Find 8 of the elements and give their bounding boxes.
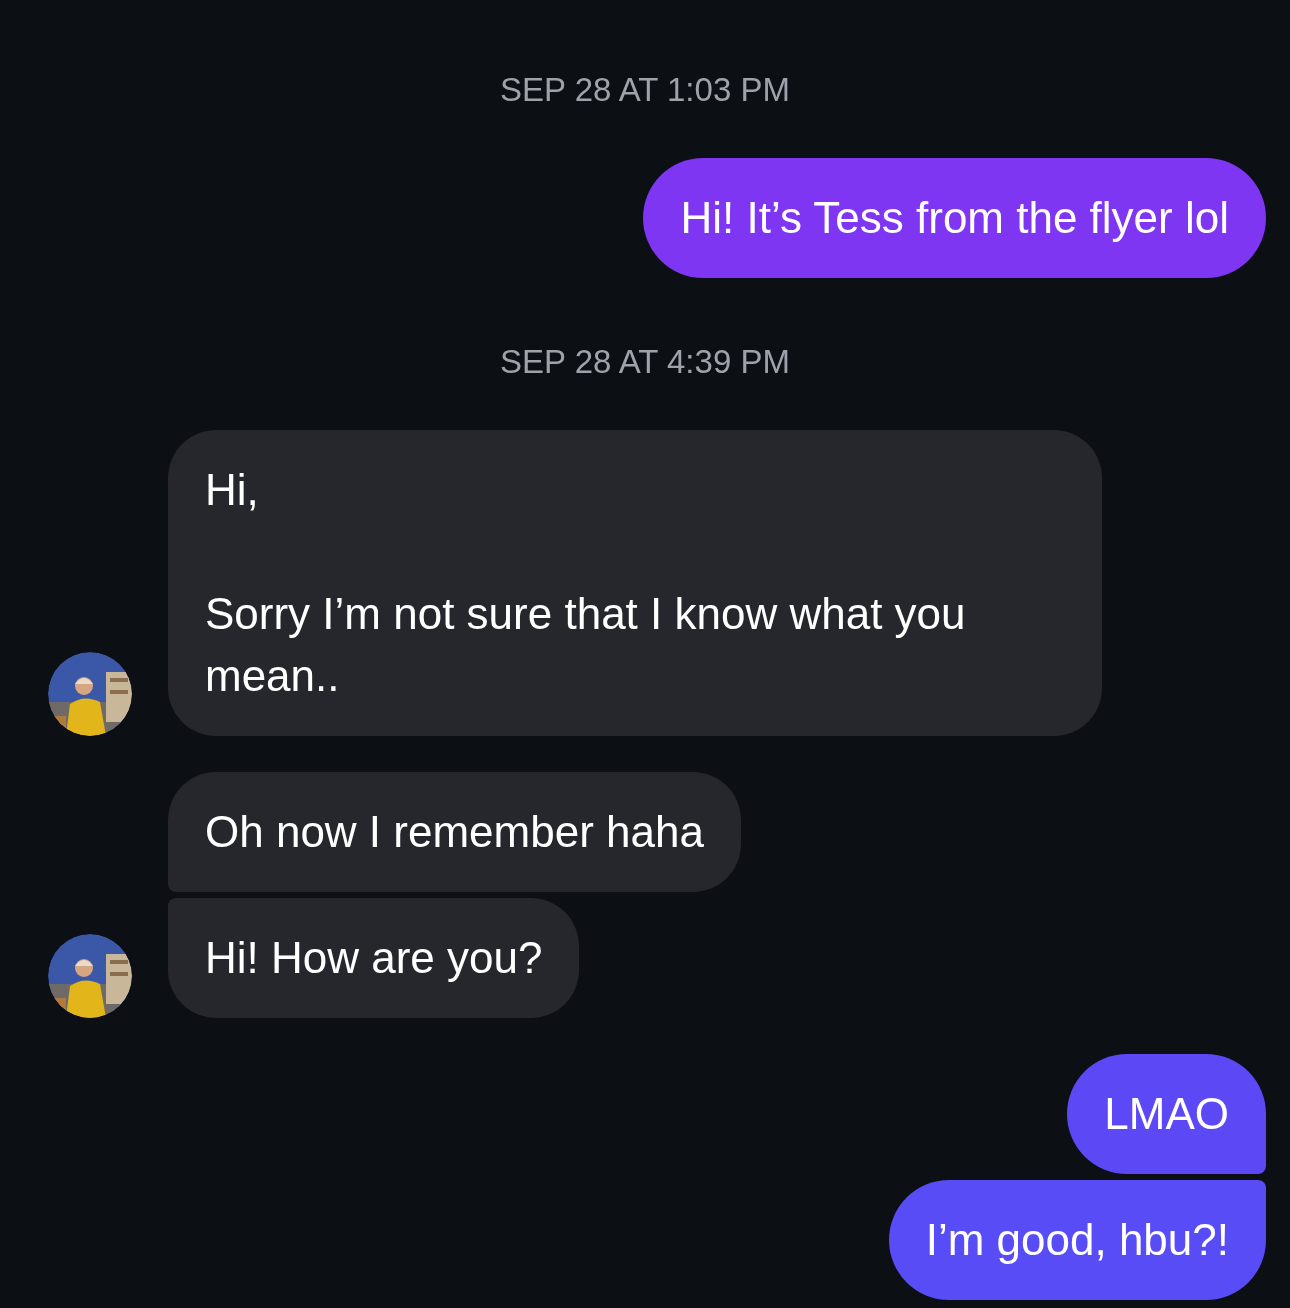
message-bubble: Hi! It’s Tess from the flyer lol [643, 158, 1266, 278]
message-bubble: Hi! How are you? [168, 898, 580, 1018]
message-bubble: LMAO [1067, 1054, 1266, 1174]
timestamp: SEP 28 AT 1:03 PM [499, 70, 791, 110]
message-bubble: I’m good, hbu?! [888, 1180, 1266, 1300]
timestamp: SEP 28 AT 4:39 PM [499, 342, 791, 382]
message-bubble: Hi, Sorry I’m not sure that I know what you mean.. [168, 430, 1102, 736]
message-bubble: Oh now I remember haha [168, 772, 741, 892]
